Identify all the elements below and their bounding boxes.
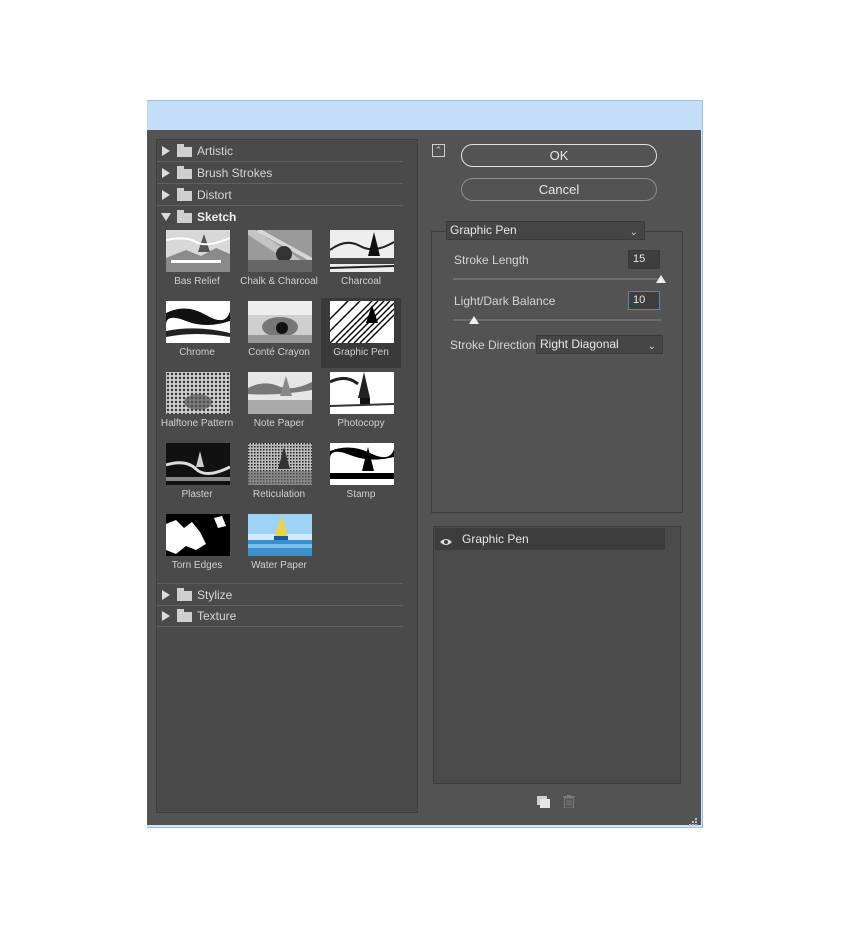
photocopy-thumbnail [330, 372, 394, 414]
category-label: Texture [197, 608, 237, 623]
folder-icon [177, 143, 192, 157]
water-paper-thumbnail [248, 514, 312, 556]
stroke-direction-select[interactable]: Right Diagonal ⌄ [536, 335, 663, 354]
expand-arrow-icon [162, 167, 170, 178]
filter-categories-panel: Artistic Brush Strokes Distort Sketch Ba… [156, 139, 418, 813]
folder-icon [177, 587, 192, 601]
effect-layers-panel: Graphic Pen [433, 526, 681, 784]
category-artistic[interactable]: Artistic [157, 140, 403, 162]
filter-select[interactable]: Graphic Pen ⌄ [446, 221, 645, 240]
stroke-length-field[interactable]: 15 [628, 250, 660, 269]
category-label: Distort [197, 187, 232, 202]
filter-label: Chrome [179, 347, 215, 358]
resize-grip-icon[interactable] [689, 813, 697, 826]
filter-thumb-bas-relief[interactable]: Bas Relief [157, 227, 237, 297]
collapse-panel-button[interactable]: ⌃ [432, 144, 445, 157]
note-paper-thumbnail [248, 372, 312, 414]
stroke-length-slider[interactable] [453, 278, 661, 280]
stamp-thumbnail [330, 443, 394, 485]
category-label: Brush Strokes [197, 165, 273, 180]
category-sketch[interactable]: Sketch [157, 206, 403, 227]
filter-thumb-water-paper[interactable]: Water Paper [239, 511, 319, 581]
filter-label: Torn Edges [171, 560, 223, 571]
folder-icon [177, 608, 192, 622]
filter-thumb-chalk-charcoal[interactable]: Chalk & Charcoal [239, 227, 319, 297]
expand-arrow-icon [162, 589, 170, 600]
filter-label: Water Paper [251, 560, 307, 571]
bas-relief-thumbnail [166, 230, 230, 272]
collapse-arrow-icon [161, 212, 171, 221]
filter-thumb-stamp[interactable]: Stamp [321, 440, 401, 510]
chevron-down-icon: ⌄ [629, 227, 638, 238]
title-bar[interactable] [147, 101, 702, 130]
folder-icon [177, 209, 192, 223]
filter-label: Note Paper [253, 418, 305, 429]
expand-arrow-icon [162, 145, 170, 156]
new-effect-layer-icon[interactable] [537, 795, 550, 813]
ok-button[interactable]: OK [461, 144, 657, 167]
filter-thumb-conte-crayon[interactable]: Conté Crayon [239, 298, 319, 368]
charcoal-thumbnail [330, 230, 394, 272]
cancel-button[interactable]: Cancel [461, 178, 657, 201]
eye-icon[interactable] [440, 533, 452, 545]
category-label: Stylize [197, 587, 233, 602]
filter-label: Chalk & Charcoal [240, 276, 318, 287]
chevron-down-icon: ⌄ [647, 341, 656, 352]
category-distort[interactable]: Distort [157, 184, 403, 206]
expand-arrow-icon [162, 189, 170, 200]
filter-label: Halftone Pattern [160, 418, 234, 429]
filter-label: Stamp [346, 489, 376, 500]
folder-icon [177, 165, 192, 179]
effect-layer-row[interactable]: Graphic Pen [435, 528, 665, 550]
folder-icon [177, 187, 192, 201]
filter-select-value: Graphic Pen [450, 223, 517, 237]
stroke-length-slider-knob[interactable] [656, 275, 666, 283]
filter-label: Conté Crayon [248, 347, 310, 358]
reticulation-thumbnail [248, 443, 312, 485]
category-label: Sketch [197, 209, 237, 224]
category-stylize[interactable]: Stylize [157, 583, 403, 606]
stroke-length-label: Stroke Length [454, 253, 529, 267]
filter-thumb-halftone-pattern[interactable]: Halftone Pattern [157, 369, 237, 439]
halftone-pattern-thumbnail [166, 372, 230, 414]
filter-settings-panel: Graphic Pen ⌄ Stroke Length 15 Light/Dar… [431, 221, 683, 513]
filter-thumb-chrome[interactable]: Chrome [157, 298, 237, 368]
plaster-thumbnail [166, 443, 230, 485]
filter-label: Charcoal [340, 276, 382, 287]
chevron-up-icon: ⌃ [434, 145, 443, 155]
filter-thumb-note-paper[interactable]: Note Paper [239, 369, 319, 439]
graphic-pen-thumbnail [330, 301, 394, 343]
light-dark-balance-label: Light/Dark Balance [454, 294, 556, 308]
light-dark-balance-slider-knob[interactable] [468, 316, 479, 324]
chrome-thumbnail [166, 301, 230, 343]
filter-thumb-torn-edges[interactable]: Torn Edges [157, 511, 237, 581]
expand-arrow-icon [162, 610, 170, 621]
filter-label: Reticulation [252, 489, 306, 500]
chalk-charcoal-thumbnail [248, 230, 312, 272]
effect-layer-name: Graphic Pen [462, 532, 529, 546]
light-dark-balance-field[interactable]: 10 [628, 291, 660, 310]
torn-edges-thumbnail [166, 514, 230, 556]
filter-gallery-window: Artistic Brush Strokes Distort Sketch Ba… [147, 100, 703, 828]
category-brush-strokes[interactable]: Brush Strokes [157, 162, 403, 184]
filter-thumb-plaster[interactable]: Plaster [157, 440, 237, 510]
filter-thumb-charcoal[interactable]: Charcoal [321, 227, 401, 297]
filter-thumb-graphic-pen[interactable]: Graphic Pen [321, 298, 401, 368]
stroke-direction-label: Stroke Direction: [450, 338, 539, 352]
filter-label: Plaster [181, 489, 213, 500]
filter-label: Graphic Pen [333, 347, 389, 358]
conte-crayon-thumbnail [248, 301, 312, 343]
category-label: Artistic [197, 143, 233, 158]
filter-label: Photocopy [337, 418, 385, 429]
light-dark-balance-slider[interactable] [453, 319, 661, 321]
filter-thumb-photocopy[interactable]: Photocopy [321, 369, 401, 439]
category-texture[interactable]: Texture [157, 605, 403, 627]
delete-effect-layer-icon[interactable] [563, 795, 575, 813]
filter-gallery-dialog: Artistic Brush Strokes Distort Sketch Ba… [147, 130, 701, 826]
filter-label: Bas Relief [174, 276, 220, 287]
filter-thumb-reticulation[interactable]: Reticulation [239, 440, 319, 510]
stroke-direction-value: Right Diagonal [540, 337, 619, 351]
